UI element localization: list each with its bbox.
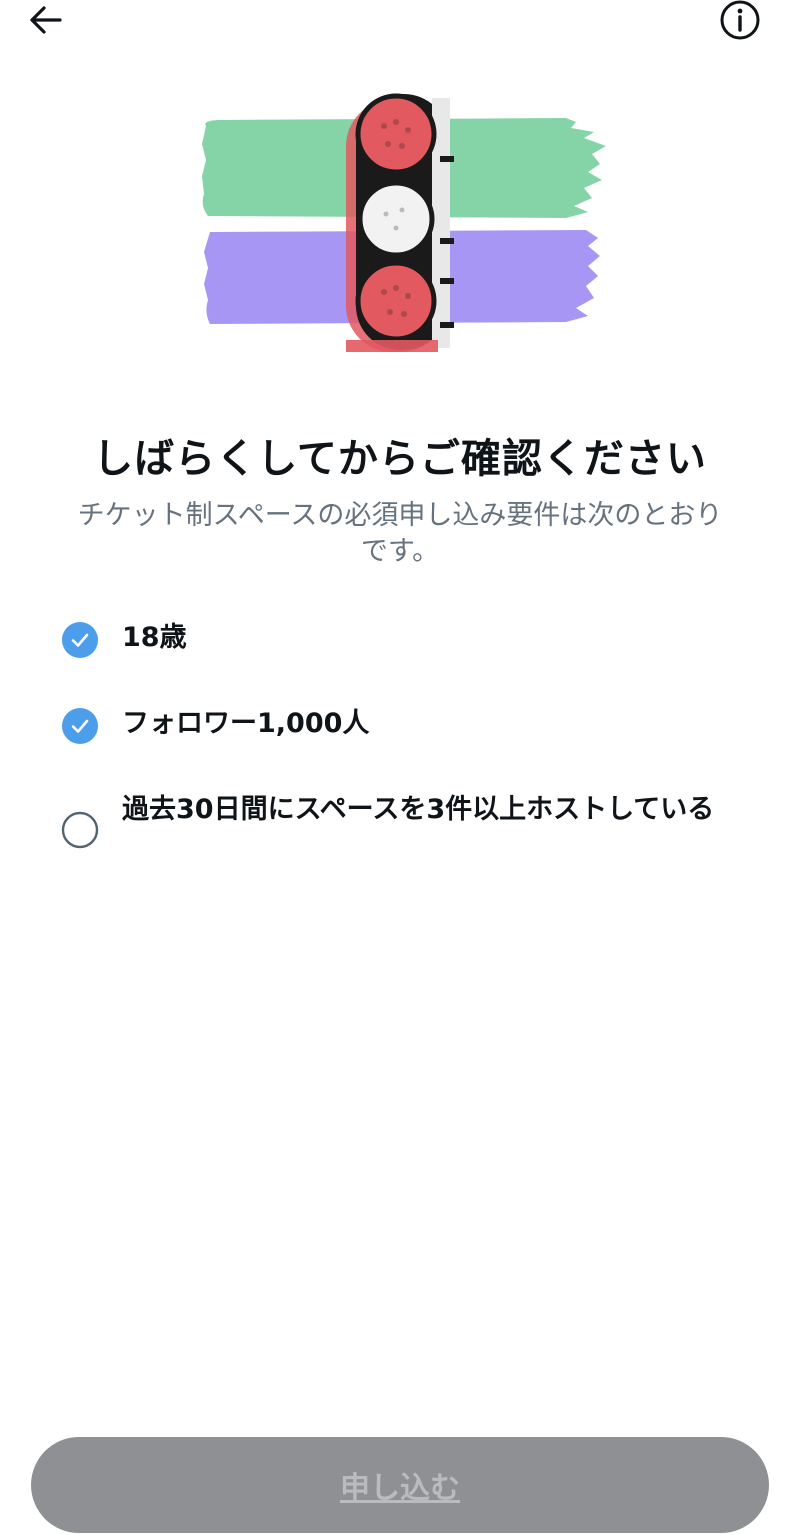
check-circle-icon [62, 708, 98, 744]
requirement-label: フォロワー1,000人 [122, 708, 370, 739]
info-button[interactable] [716, 0, 764, 42]
traffic-light-illustration [196, 86, 608, 358]
back-button[interactable] [24, 0, 68, 40]
page-title: しばらくしてからご確認ください [93, 436, 707, 482]
check-circle-icon [62, 622, 98, 658]
requirement-label: 過去30日間にスペースを3件以上ホストしている [122, 794, 715, 825]
info-circle-icon [720, 0, 760, 40]
apply-button-label: 申し込む [340, 1471, 460, 1506]
apply-button[interactable]: 申し込む [31, 1437, 769, 1533]
requirement-label: 18歳 [122, 622, 187, 653]
page-subtitle: チケット制スペースの必須申し込み要件は次のとおりです。 [77, 500, 723, 567]
arrow-left-icon [30, 6, 62, 34]
requirements-screen: しばらくしてからご確認ください チケット制スペースの必須申し込み要件は次のとおり… [0, 0, 800, 1535]
empty-circle-icon [61, 811, 99, 849]
top-bar [0, 0, 800, 48]
